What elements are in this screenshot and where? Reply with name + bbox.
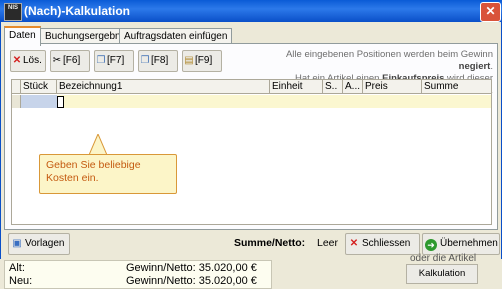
close-button[interactable]: ✕ <box>480 2 501 22</box>
tooltip-line2: Kosten ein. <box>46 172 99 184</box>
tab-daten[interactable]: Daten <box>4 26 41 46</box>
tooltip-line1: Geben Sie beliebige <box>46 159 141 171</box>
background-cut-text: oder die Artikel <box>410 253 477 264</box>
kalkulation-button[interactable]: Kalkulation <box>406 264 478 284</box>
neu-label: Neu: <box>9 275 33 287</box>
vorlagen-label: Vorlagen <box>25 238 65 249</box>
scissors-icon: ✂ <box>52 55 62 66</box>
paste-icon: ▤ <box>184 55 194 66</box>
info-line1-bold: negiert <box>458 61 491 72</box>
column-header-einheit[interactable]: Einheit <box>270 80 323 94</box>
info-line1-text: Alle eingebenen Positionen werden beim G… <box>285 49 493 60</box>
title-bar[interactable]: NIS (Nach)-Kalkulation ✕ <box>0 0 502 22</box>
tooltip-pointer <box>89 134 107 156</box>
f6-label: [F6] <box>63 55 81 66</box>
positions-grid[interactable]: Stück Bezeichnung1 Einheit S.. A... Prei… <box>11 79 492 225</box>
vorlagen-button[interactable]: ▣ Vorlagen <box>8 233 70 255</box>
paste-f9-button[interactable]: ▤[F9] <box>182 50 222 72</box>
stueck-cell[interactable] <box>21 95 64 108</box>
f8-label: [F8] <box>151 55 169 66</box>
arrow-right-icon: ➜ <box>425 239 437 251</box>
window-title: (Nach)-Kalkulation <box>24 4 131 18</box>
schliessen-label: Schliessen <box>362 238 411 249</box>
column-header-bezeichnung[interactable]: Bezeichnung1 <box>57 80 270 94</box>
tab-panel: ✕ Lös. ✂ [F6] ❐ [F7] ❐ [F8] ▤[F9] Alle einge… <box>4 43 498 230</box>
column-header-preis[interactable]: Preis <box>363 80 422 94</box>
alt-value: Gewinn/Netto: 35.020,00 € <box>126 262 257 274</box>
hint-tooltip: Geben Sie beliebige Kosten ein. <box>39 154 177 194</box>
gewinn-summary-box: Alt: Gewinn/Netto: 35.020,00 € Neu: Gewi… <box>4 260 272 289</box>
app-icon: NIS <box>4 3 22 21</box>
copy-f7-button[interactable]: ❐ [F7] <box>94 50 134 72</box>
cell-editor[interactable] <box>57 96 64 108</box>
delete-button[interactable]: ✕ Lös. <box>10 50 46 72</box>
alt-label: Alt: <box>9 262 25 274</box>
close-x-icon: ✕ <box>349 238 359 249</box>
uebernehmen-label: Übernehmen <box>440 238 498 249</box>
column-header-stueck[interactable]: Stück <box>21 80 57 94</box>
table-row[interactable] <box>12 95 491 108</box>
f9-label: [F9] <box>195 55 213 66</box>
row-indicator <box>12 95 21 108</box>
summe-label: Summe/Netto: <box>234 237 306 249</box>
row-header-corner <box>12 80 21 94</box>
delete-button-label: Lös. <box>23 55 42 66</box>
schliessen-button[interactable]: ✕ Schliessen <box>345 233 420 255</box>
info-line1-end: . <box>490 61 493 72</box>
dialog-window: Daten Buchungsergebnis Auftragsdaten ein… <box>0 22 502 259</box>
column-header-summe[interactable]: Summe <box>422 80 491 94</box>
delete-x-icon: ✕ <box>12 55 22 66</box>
cut-f6-button[interactable]: ✂ [F6] <box>50 50 90 72</box>
copy-icon: ❐ <box>140 55 150 66</box>
summe-value: Leer <box>317 237 339 249</box>
column-header-s[interactable]: S.. <box>323 80 343 94</box>
column-header-a[interactable]: A... <box>343 80 363 94</box>
copy-f8-button[interactable]: ❐ [F8] <box>138 50 178 72</box>
neu-value: Gewinn/Netto: 35.020,00 € <box>126 275 257 287</box>
f7-label: [F7] <box>107 55 125 66</box>
uebernehmen-button[interactable]: ➜ Übernehmen <box>422 233 500 255</box>
copy-icon: ❐ <box>96 55 106 66</box>
templates-icon: ▣ <box>12 238 22 249</box>
